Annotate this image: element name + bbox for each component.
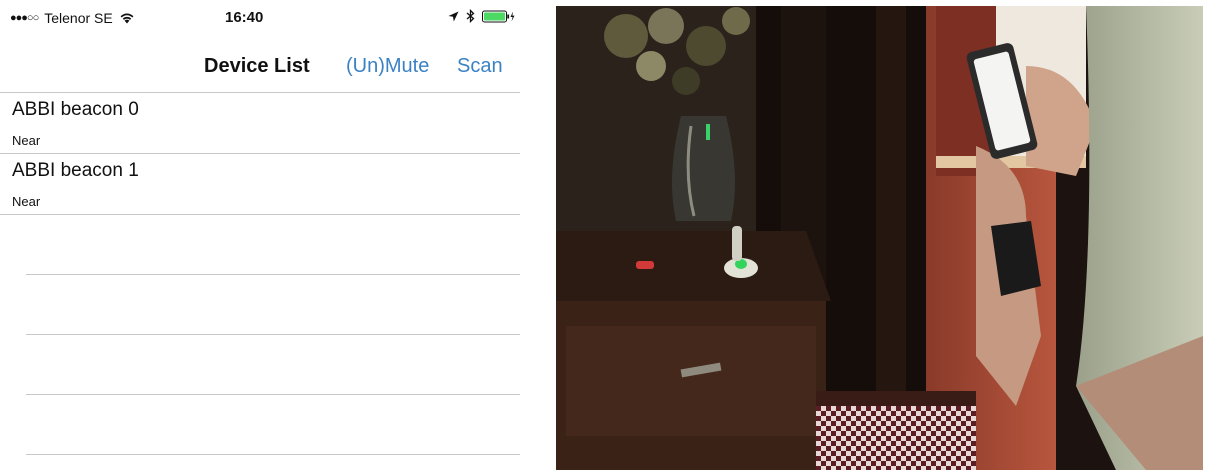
- empty-row: [0, 395, 530, 455]
- scan-button[interactable]: Scan: [457, 55, 503, 78]
- mute-toggle-button[interactable]: (Un)Mute: [346, 55, 429, 78]
- signal-strength-icon: ●●●○○: [10, 12, 39, 24]
- bluetooth-icon: [466, 9, 475, 23]
- page-title: Device List: [204, 55, 310, 77]
- photo-illustration: [556, 6, 1203, 470]
- device-proximity: Near: [12, 194, 41, 209]
- phone-screen: ●●●○○ Telenor SE 16:40 Device List (Un)M…: [0, 0, 530, 470]
- side-table: [556, 231, 831, 470]
- wifi-icon: [119, 12, 135, 24]
- device-row[interactable]: ABBI beacon 1 Near: [0, 154, 520, 215]
- camera-photo: [556, 6, 1203, 470]
- location-arrow-icon: [448, 11, 459, 22]
- checkered-floor: [816, 406, 976, 470]
- device-row[interactable]: ABBI beacon 0 Near: [0, 93, 520, 154]
- navigation-bar: Device List (Un)Mute Scan: [0, 44, 520, 93]
- status-right: [448, 9, 516, 23]
- empty-row: [0, 275, 530, 335]
- device-list: ABBI beacon 0 Near ABBI beacon 1 Near: [0, 93, 530, 455]
- device-name: ABBI beacon 0: [12, 99, 139, 120]
- device-proximity: Near: [12, 133, 41, 148]
- empty-row: [0, 215, 530, 275]
- status-left: ●●●○○ Telenor SE: [10, 10, 135, 26]
- device-name: ABBI beacon 1: [12, 160, 139, 181]
- carrier-name: Telenor SE: [44, 10, 113, 26]
- glass-vase: [672, 116, 735, 221]
- red-light: [636, 261, 654, 269]
- battery-charging-icon: [482, 10, 516, 23]
- status-time: 16:40: [225, 9, 264, 26]
- empty-row: [0, 335, 530, 395]
- status-bar: ●●●○○ Telenor SE 16:40: [0, 0, 530, 30]
